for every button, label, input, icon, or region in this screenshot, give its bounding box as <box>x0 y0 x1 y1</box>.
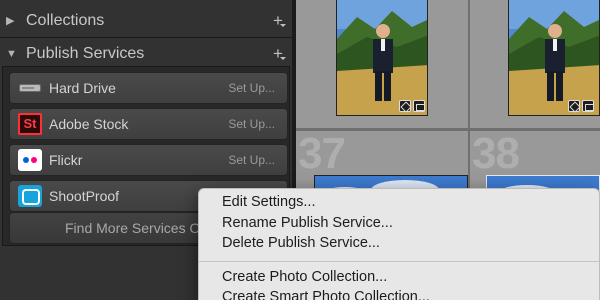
menu-item-delete-publish-service[interactable]: Delete Publish Service... <box>222 235 380 251</box>
menu-item-create-smart-photo-collection[interactable]: Create Smart Photo Collection... <box>222 289 430 300</box>
service-name: Flickr <box>49 152 83 168</box>
crop-badge-icon[interactable] <box>582 100 594 112</box>
grid-cell[interactable] <box>470 0 600 128</box>
service-name: Adobe Stock <box>49 116 129 132</box>
flickr-icon <box>18 149 42 171</box>
photo-thumbnail[interactable] <box>336 0 428 116</box>
keyword-badge-icon[interactable] <box>399 100 411 112</box>
service-adobe-stock[interactable]: St Adobe Stock Set Up... <box>9 108 288 140</box>
grid-cell[interactable] <box>296 0 468 128</box>
add-collection-icon[interactable]: + <box>264 11 292 31</box>
set-up-link[interactable]: Set Up... <box>228 117 275 131</box>
cell-index-number: 37 <box>298 131 346 178</box>
menu-separator <box>199 261 599 262</box>
collections-header[interactable]: ▶ Collections + <box>0 4 292 37</box>
menu-item-rename-publish-service[interactable]: Rename Publish Service... <box>222 215 393 231</box>
menu-item-edit-settings[interactable]: Edit Settings... <box>222 194 316 210</box>
collections-title: Collections <box>26 11 105 29</box>
menu-item-create-photo-collection[interactable]: Create Photo Collection... <box>222 269 387 285</box>
crop-badge-icon[interactable] <box>413 100 425 112</box>
service-name: Hard Drive <box>49 80 116 96</box>
publish-services-title: Publish Services <box>26 44 145 62</box>
keyword-badge-icon[interactable] <box>568 100 580 112</box>
cell-index-number: 38 <box>472 131 520 178</box>
collapsed-triangle-icon[interactable]: ▶ <box>6 14 24 27</box>
set-up-link[interactable]: Set Up... <box>228 81 275 95</box>
service-hard-drive[interactable]: Hard Drive Set Up... <box>9 72 288 104</box>
expanded-triangle-icon[interactable]: ▼ <box>6 48 24 60</box>
adobe-stock-icon: St <box>18 113 42 135</box>
photo-thumbnail[interactable] <box>508 0 600 116</box>
add-publish-service-icon[interactable]: + <box>264 44 292 64</box>
shootproof-icon <box>18 185 42 207</box>
set-up-link[interactable]: Set Up... <box>228 153 275 167</box>
service-flickr[interactable]: Flickr Set Up... <box>9 144 288 176</box>
publish-service-context-menu: Edit Settings... Rename Publish Service.… <box>198 188 600 300</box>
hard-drive-icon <box>18 77 42 99</box>
